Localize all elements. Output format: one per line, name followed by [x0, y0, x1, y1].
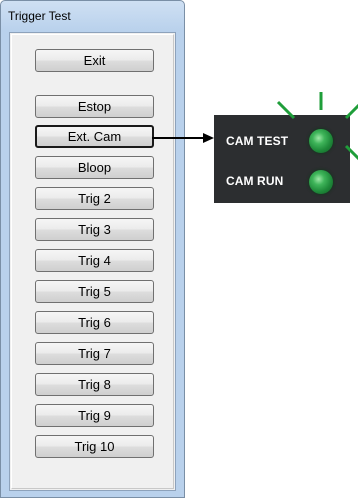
exit-button[interactable]: Exit: [35, 49, 154, 72]
ray-bottom-right: [344, 144, 358, 161]
arrow-head-icon: [203, 133, 214, 143]
trig-5-button[interactable]: Trig 5: [35, 280, 154, 303]
trig-7-button[interactable]: Trig 7: [35, 342, 154, 365]
bloop-button[interactable]: Bloop: [35, 156, 154, 179]
trig-2-button[interactable]: Trig 2: [35, 187, 154, 210]
trig-6-button[interactable]: Trig 6: [35, 311, 154, 334]
trigger-test-window: Trigger Test Exit Estop Ext. Cam Bloop T…: [0, 0, 185, 498]
ray-top-right: [344, 103, 358, 120]
estop-button[interactable]: Estop: [35, 95, 154, 118]
title-bar[interactable]: Trigger Test: [1, 1, 184, 31]
trig-8-button[interactable]: Trig 8: [35, 373, 154, 396]
trig-3-button[interactable]: Trig 3: [35, 218, 154, 241]
trig-4-button[interactable]: Trig 4: [35, 249, 154, 272]
trig-9-button[interactable]: Trig 9: [35, 404, 154, 427]
trig-10-button[interactable]: Trig 10: [35, 435, 154, 458]
ray-top-left: [276, 100, 296, 120]
led-glow-rays-icon: [276, 92, 358, 161]
window-client-area: Exit Estop Ext. Cam Bloop Trig 2 Trig 3 …: [9, 32, 176, 491]
ext-cam-button[interactable]: Ext. Cam: [35, 125, 154, 148]
cam-run-label: CAM RUN: [226, 174, 284, 188]
window-title: Trigger Test: [8, 9, 71, 23]
arrow-right-icon: [152, 137, 206, 139]
cam-run-led-icon: [309, 170, 333, 194]
